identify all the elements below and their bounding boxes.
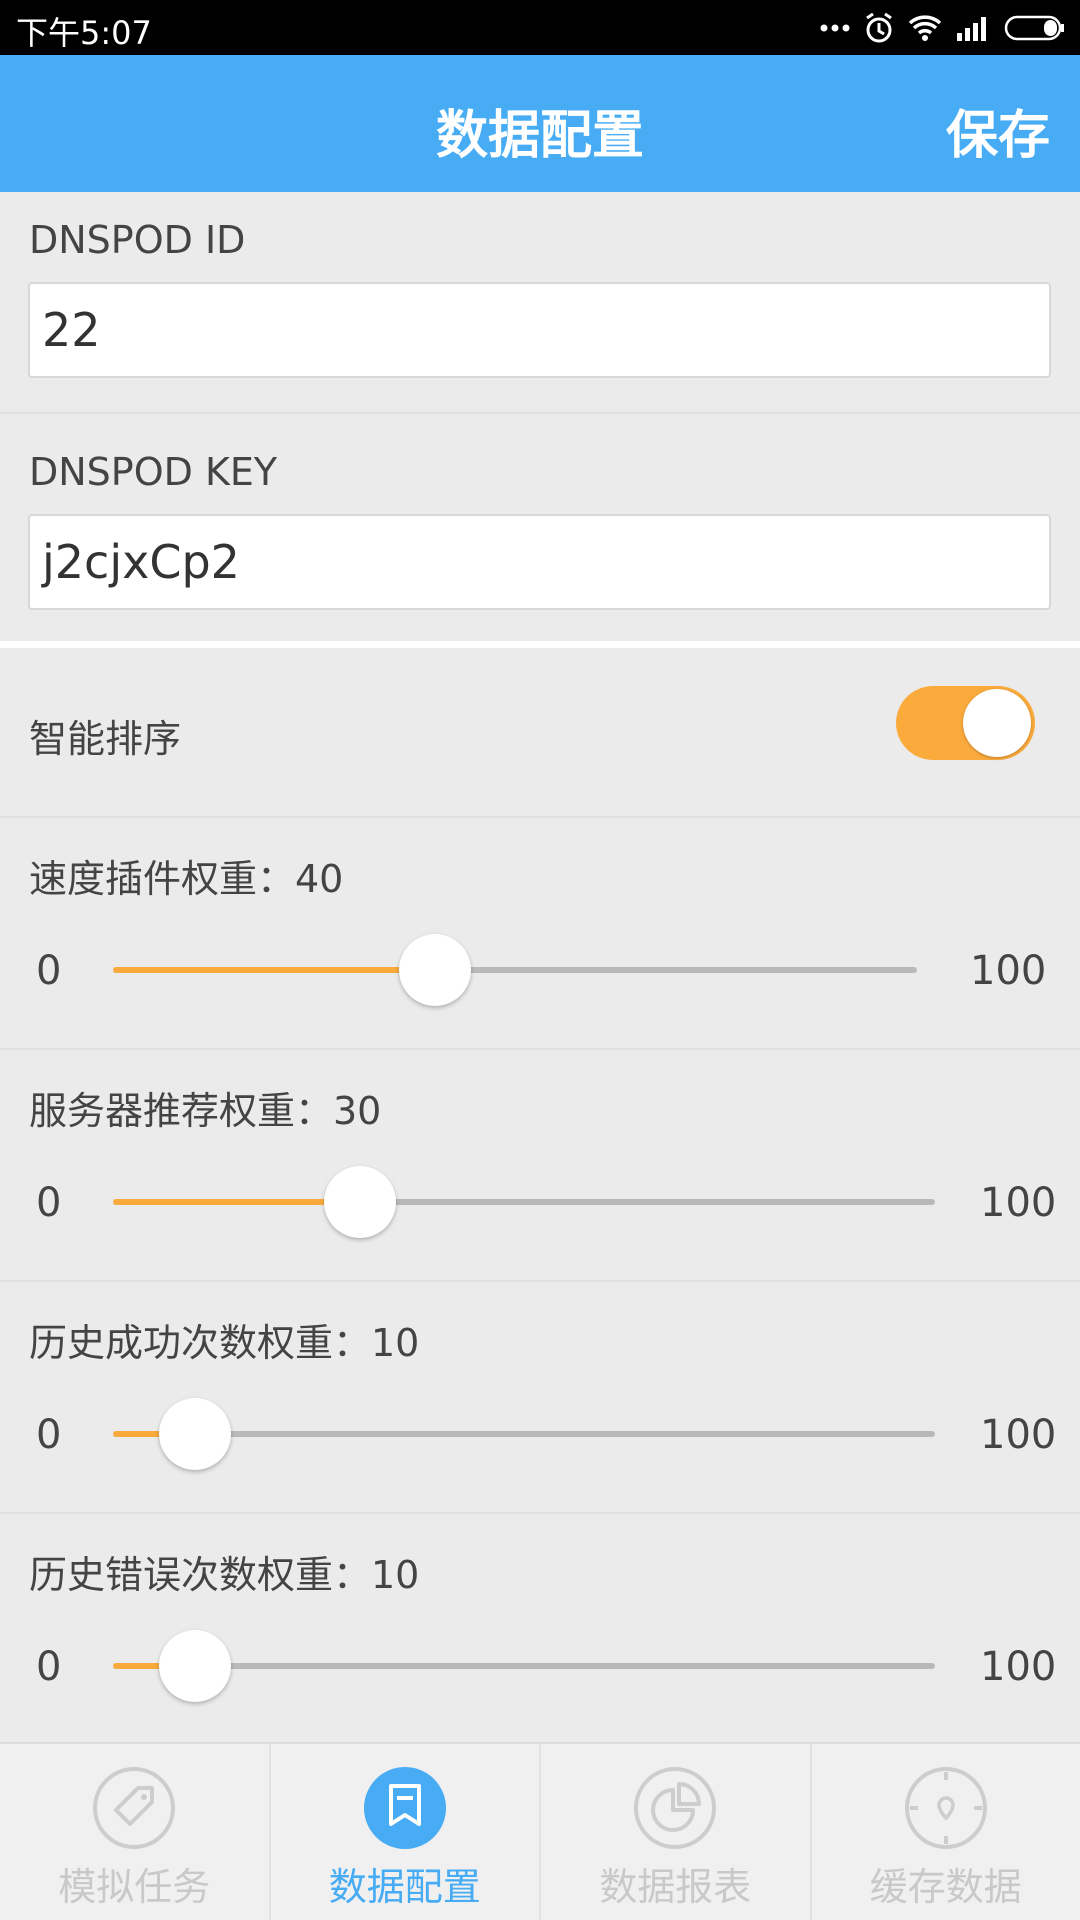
- speed-weight-slider-section: 速度插件权重：40 0 100: [0, 818, 1080, 1050]
- status-icons: [820, 8, 1066, 48]
- slider-fill: [113, 1199, 360, 1205]
- dnspod-key-field[interactable]: j2cjxCp2: [28, 514, 1051, 610]
- slider-min-label: 0: [36, 1412, 62, 1458]
- app-bar: 数据配置 保存: [0, 55, 1080, 192]
- slider-min-label: 0: [36, 1180, 62, 1226]
- slider-max-label: 100: [980, 1644, 1057, 1690]
- history-error-slider-section: 历史错误次数权重：10 0 100: [0, 1514, 1080, 1742]
- tab-simulate-task[interactable]: 模拟任务: [0, 1744, 271, 1920]
- save-button[interactable]: 保存: [946, 93, 1050, 168]
- slider-fill: [113, 967, 435, 973]
- signal-icon: [956, 15, 990, 41]
- server-weight-slider-section: 服务器推荐权重：30 0 100: [0, 1050, 1080, 1282]
- slider-label: 速度插件权重：40: [29, 857, 344, 901]
- history-success-slider-section: 历史成功次数权重：10 0 100: [0, 1282, 1080, 1514]
- slider-max-label: 100: [980, 1412, 1057, 1458]
- dnspod-key-section: DNSPOD KEY j2cjxCp2: [0, 414, 1080, 646]
- page-title: 数据配置: [435, 106, 644, 166]
- dnspod-id-section: DNSPOD ID 22: [0, 192, 1080, 414]
- slider-thumb[interactable]: [398, 934, 471, 1006]
- status-time: 下午5:07: [16, 14, 152, 52]
- slider-thumb[interactable]: [159, 1630, 232, 1702]
- tab-data-config[interactable]: 数据配置: [271, 1744, 541, 1920]
- slider-min-label: 0: [36, 948, 62, 994]
- smart-sort-label: 智能排序: [29, 717, 182, 761]
- dnspod-id-label: DNSPOD ID: [29, 218, 246, 262]
- tag-icon: [93, 1767, 176, 1849]
- slider-max-label: 100: [970, 948, 1047, 994]
- tab-label: 缓存数据: [869, 1865, 1022, 1909]
- more-dots-icon: [820, 23, 850, 33]
- slider-min-label: 0: [36, 1644, 62, 1690]
- wifi-icon: [908, 14, 942, 42]
- status-bar: 下午5:07: [0, 0, 1080, 55]
- settings-content: DNSPOD ID 22 DNSPOD KEY j2cjxCp2 智能排序 速度…: [0, 192, 1080, 1742]
- compass-icon: [904, 1767, 987, 1849]
- bookmark-icon: [363, 1767, 446, 1849]
- bottom-tab-bar: 模拟任务 数据配置 数据报表 缓存数据: [0, 1742, 1080, 1920]
- slider-track[interactable]: [113, 1630, 935, 1702]
- pie-chart-icon: [634, 1767, 717, 1849]
- tab-cache-data[interactable]: 缓存数据: [812, 1744, 1080, 1920]
- slider-track[interactable]: [113, 1398, 935, 1470]
- dnspod-key-label: DNSPOD KEY: [29, 450, 278, 494]
- alarm-icon: [864, 12, 894, 44]
- slider-label: 历史错误次数权重：10: [29, 1553, 420, 1597]
- section-divider: [0, 641, 1080, 648]
- tab-label: 数据配置: [328, 1865, 481, 1909]
- dnspod-id-field[interactable]: 22: [28, 282, 1051, 378]
- battery-icon: [1004, 15, 1066, 41]
- smart-sort-section: 智能排序: [0, 648, 1080, 818]
- slider-label: 服务器推荐权重：30: [29, 1089, 382, 1133]
- slider-track[interactable]: [113, 1166, 935, 1238]
- slider-thumb[interactable]: [323, 1166, 396, 1238]
- slider-max-label: 100: [980, 1180, 1057, 1226]
- slider-track[interactable]: [113, 934, 917, 1006]
- smart-sort-toggle[interactable]: [896, 686, 1035, 760]
- toggle-knob: [963, 689, 1031, 757]
- tab-label: 数据报表: [599, 1865, 752, 1909]
- slider-thumb[interactable]: [159, 1398, 232, 1470]
- slider-label: 历史成功次数权重：10: [29, 1321, 420, 1365]
- tab-label: 模拟任务: [58, 1865, 211, 1909]
- tab-data-report[interactable]: 数据报表: [541, 1744, 812, 1920]
